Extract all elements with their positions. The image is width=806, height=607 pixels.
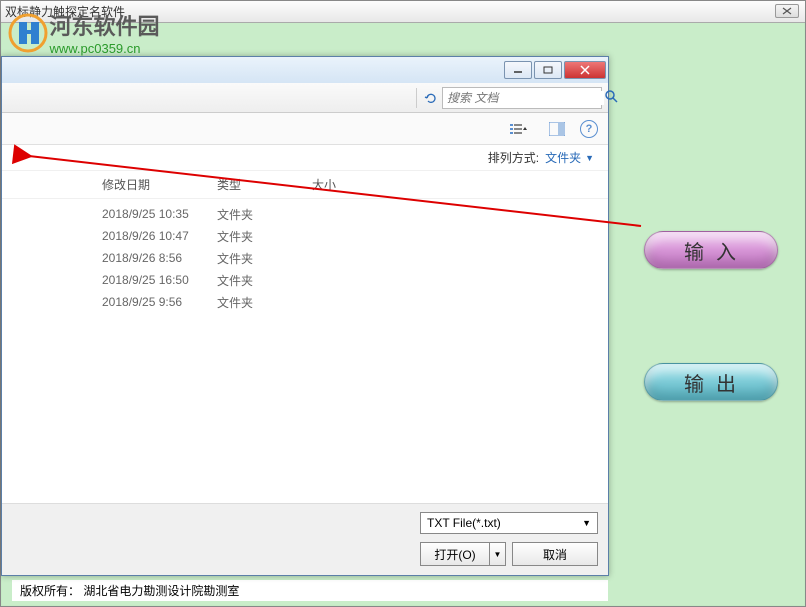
dialog-minimize-button[interactable] xyxy=(504,61,532,79)
header-date[interactable]: 修改日期 xyxy=(102,176,217,193)
input-button[interactable]: 输入 xyxy=(644,231,778,269)
watermark-logo-icon xyxy=(7,12,49,54)
list-item[interactable]: 2018/9/25 16:50文件夹 xyxy=(102,269,608,291)
sort-bar: 排列方式: 文件夹 ▼ xyxy=(2,145,608,171)
dialog-close-button[interactable] xyxy=(564,61,606,79)
preview-pane-icon[interactable] xyxy=(542,119,572,139)
dialog-titlebar xyxy=(2,57,608,83)
list-item[interactable]: 2018/9/26 10:47文件夹 xyxy=(102,225,608,247)
header-type[interactable]: 类型 xyxy=(217,176,312,193)
search-box[interactable] xyxy=(442,87,602,109)
outer-close-button[interactable] xyxy=(775,4,799,18)
column-headers: 修改日期 类型 大小 xyxy=(2,171,608,199)
output-button[interactable]: 输出 xyxy=(644,363,778,401)
watermark: 河东软件园 www.pc0359.cn xyxy=(7,9,159,56)
list-item[interactable]: 2018/9/25 10:35文件夹 xyxy=(102,203,608,225)
header-size[interactable]: 大小 xyxy=(312,176,392,193)
refresh-icon[interactable] xyxy=(420,87,442,109)
main-window: 双标静力触探定名软件 输入 输出 版权所有： 湖北省电力勘测设计院勘测室 河东软… xyxy=(0,0,806,607)
sort-dropdown-icon[interactable]: ▼ xyxy=(585,153,594,163)
dialog-nav-bar xyxy=(2,83,608,113)
search-icon[interactable] xyxy=(604,89,618,106)
sort-label: 排列方式: xyxy=(488,149,539,166)
open-button[interactable]: 打开(O) xyxy=(420,542,490,566)
file-open-dialog: ? 排列方式: 文件夹 ▼ 修改日期 类型 大小 2018/9/25 10:35… xyxy=(1,56,609,576)
help-icon[interactable]: ? xyxy=(580,120,598,138)
chevron-down-icon: ▼ xyxy=(582,518,591,528)
dialog-footer: TXT File(*.txt) ▼ 打开(O) ▼ 取消 xyxy=(2,503,608,575)
open-button-dropdown[interactable]: ▼ xyxy=(490,542,506,566)
view-options-icon[interactable] xyxy=(504,119,534,139)
list-item[interactable]: 2018/9/26 8:56文件夹 xyxy=(102,247,608,269)
watermark-url: www.pc0359.cn xyxy=(49,41,159,56)
file-list: 2018/9/25 10:35文件夹 2018/9/26 10:47文件夹 20… xyxy=(2,199,608,313)
watermark-title: 河东软件园 xyxy=(49,9,159,41)
dialog-toolbar: ? xyxy=(2,113,608,145)
cancel-button[interactable]: 取消 xyxy=(512,542,598,566)
dialog-maximize-button[interactable] xyxy=(534,61,562,79)
list-item[interactable]: 2018/9/25 9:56文件夹 xyxy=(102,291,608,313)
search-input[interactable] xyxy=(447,91,604,105)
copyright-text: 版权所有： 湖北省电力勘测设计院勘测室 xyxy=(12,580,608,601)
file-type-filter[interactable]: TXT File(*.txt) ▼ xyxy=(420,512,598,534)
sort-value[interactable]: 文件夹 xyxy=(545,149,581,166)
